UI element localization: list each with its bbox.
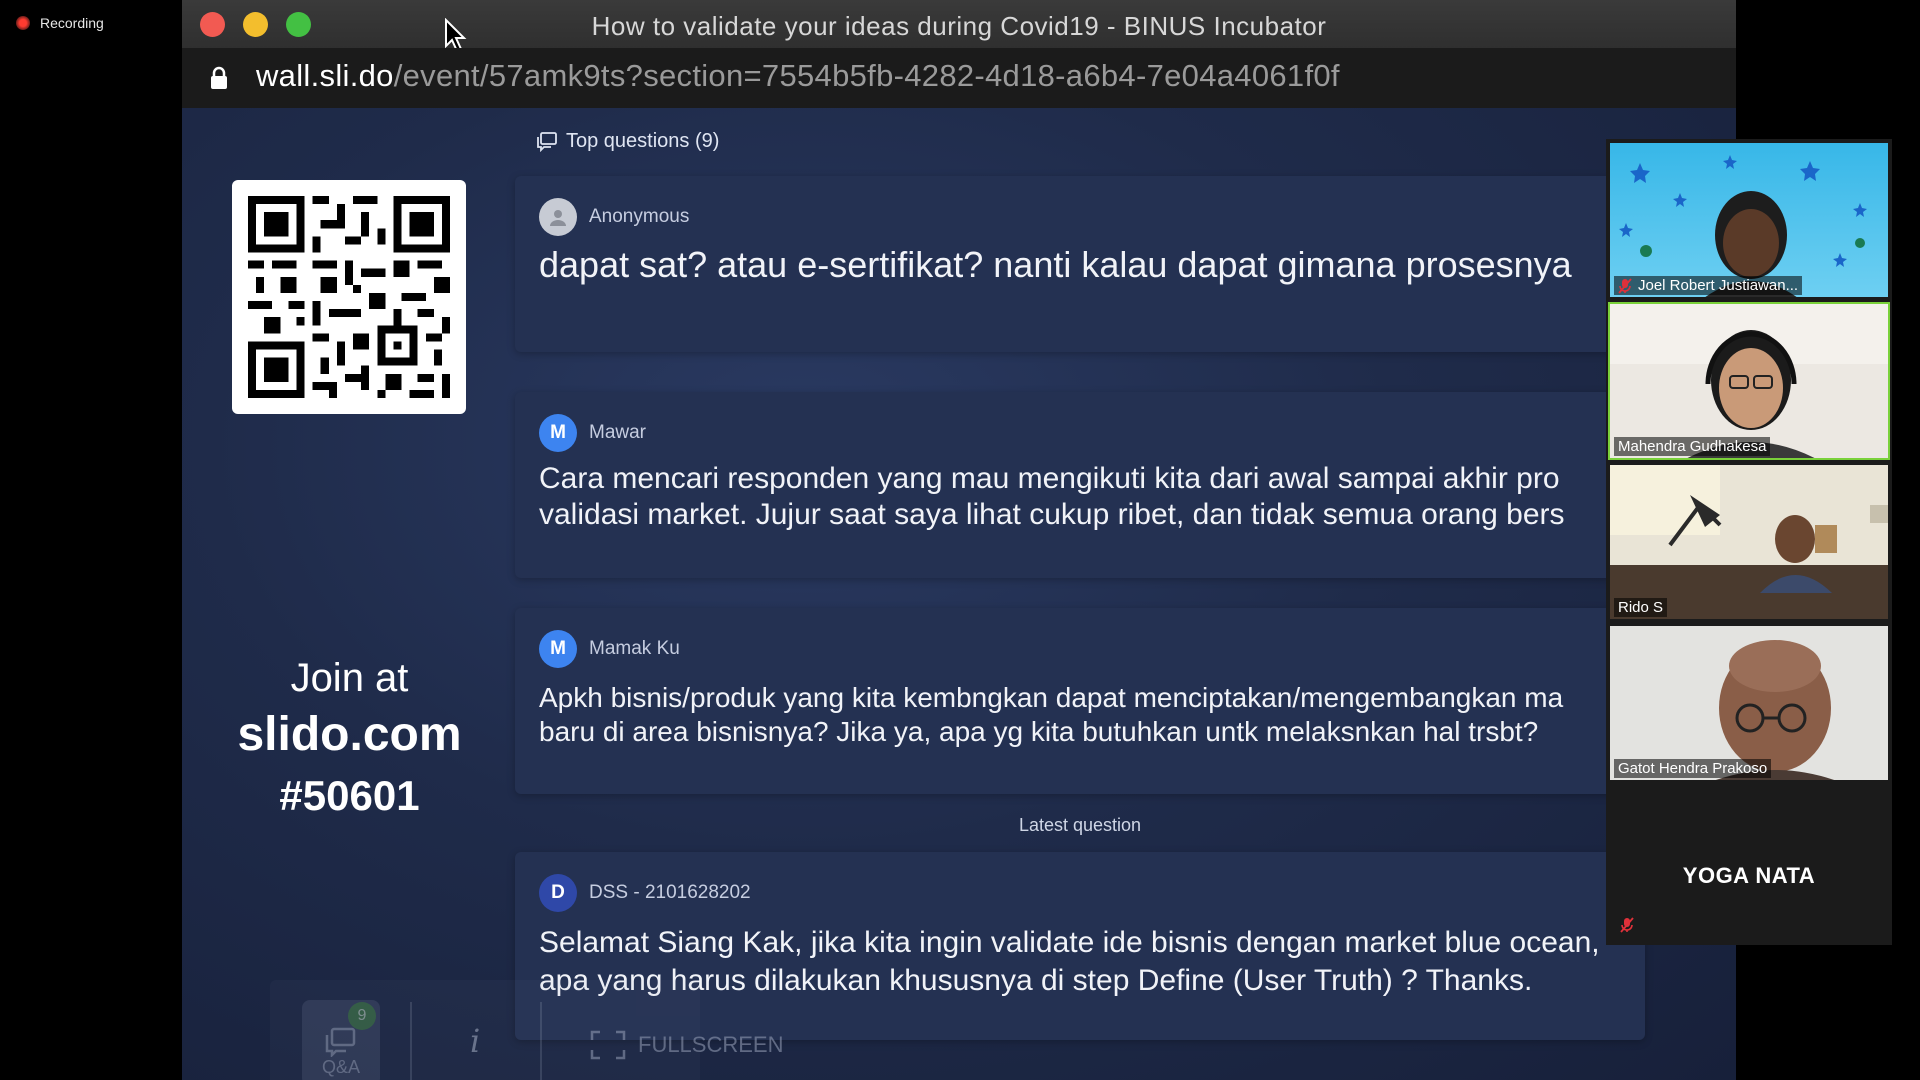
participant-name-label: Joel Robert Justiawan... <box>1638 277 1799 294</box>
fullscreen-label: FULLSCREEN <box>638 1032 784 1057</box>
question-author: M Mamak Ku <box>539 630 680 668</box>
qa-count-badge: 9 <box>348 1002 376 1030</box>
question-text: dapat sat? atau e-sertifikat? nanti kala… <box>539 244 1572 285</box>
participant-name-label: YOGA NATA <box>1682 863 1816 888</box>
participant-name: Gatot Hendra Prakoso <box>1614 759 1772 778</box>
questions-icon <box>537 131 557 152</box>
divider <box>540 1002 542 1080</box>
window-title: How to validate your ideas during Covid1… <box>591 11 1327 41</box>
qr-code-image <box>248 196 450 398</box>
participant-name: Joel Robert Justiawan... <box>1614 276 1803 295</box>
question-author: Anonymous <box>539 198 689 236</box>
chat-icon <box>325 1027 356 1057</box>
fullscreen-button[interactable]: FULLSCREEN <box>590 1030 783 1060</box>
question-card: Anonymous dapat sat? atau e-sertifikat? … <box>515 176 1645 352</box>
participant-tile[interactable]: Joel Robert Justiawan... <box>1608 141 1890 299</box>
url-path: /event/57amk9ts?section=7554b5fb-4282-4d… <box>393 58 1340 93</box>
question-card: M Mawar Cara mencari responden yang mau … <box>515 392 1645 578</box>
join-at-label: Join at <box>290 656 409 700</box>
qr-code <box>232 180 466 414</box>
fullscreen-icon <box>590 1030 626 1060</box>
question-text-line: Apkh bisnis/produk yang kita kembngkan d… <box>539 682 1564 713</box>
top-questions-title: Top questions (9) <box>566 130 720 152</box>
question-text-line: baru di area bisnisnya? Jika ya, apa yg … <box>539 716 1539 747</box>
participant-tile[interactable]: Gatot Hendra Prakoso <box>1608 624 1890 782</box>
address-bar[interactable]: wall.sli.do/event/57amk9ts?section=7554b… <box>182 48 1736 108</box>
event-code: #50601 <box>279 771 420 819</box>
top-questions-header: Top questions (9) <box>536 130 719 153</box>
info-icon[interactable]: i <box>470 1022 480 1060</box>
author-name: Anonymous <box>589 206 690 227</box>
qa-label: Q&A <box>321 1057 360 1077</box>
participant-tile[interactable]: Rido S <box>1608 463 1890 621</box>
participants-panel: Joel Robert Justiawan... Mahendra Gudhak… <box>1606 139 1892 945</box>
slido-overlay-toolbar: 9 Q&A i FULLSCREEN <box>270 980 783 1080</box>
qa-button[interactable]: 9 Q&A <box>302 1000 380 1080</box>
question-author: M Mawar <box>539 414 646 452</box>
join-info: Join at slido.com #50601 <box>212 653 487 824</box>
latest-question-label: Latest question <box>1018 815 1142 835</box>
url-text[interactable]: wall.sli.do/event/57amk9ts?section=7554b… <box>256 58 1340 94</box>
anonymous-avatar-icon <box>539 198 577 236</box>
participant-name-label: Gatot Hendra Prakoso <box>1618 760 1768 777</box>
author-avatar: M <box>539 414 577 452</box>
url-host: wall.sli.do <box>256 58 394 93</box>
author-name: Mawar <box>589 422 647 443</box>
participant-name-label: Rido S <box>1618 599 1664 616</box>
recording-indicator: Recording <box>16 15 104 31</box>
slido-wall: Join at slido.com #50601 Top questions (… <box>182 108 1736 1080</box>
muted-mic-icon <box>1620 917 1634 933</box>
record-icon <box>16 16 30 30</box>
question-text-line: validasi market. Jujur saat saya lihat c… <box>539 498 1565 531</box>
browser-window: How to validate your ideas during Covid1… <box>182 0 1736 1080</box>
participant-tile-active-speaker[interactable]: Mahendra Gudhakesa <box>1608 302 1890 460</box>
question-text-line: Cara mencari responden yang mau mengikut… <box>539 462 1560 495</box>
author-avatar: M <box>539 630 577 668</box>
participant-name: Rido S <box>1614 598 1668 617</box>
divider <box>410 1002 412 1080</box>
muted-mic-icon <box>1618 277 1632 294</box>
question-card: M Mamak Ku Apkh bisnis/produk yang kita … <box>515 608 1645 794</box>
participant-name: Mahendra Gudhakesa <box>1614 437 1771 456</box>
question-text-line: Selamat Siang Kak, jika kita ingin valid… <box>539 926 1600 959</box>
participant-name-label: Mahendra Gudhakesa <box>1618 438 1767 455</box>
lock-icon <box>211 66 227 89</box>
author-name: DSS - 2101628202 <box>589 882 751 903</box>
author-name: Mamak Ku <box>589 638 680 659</box>
question-author: D DSS - 2101628202 <box>539 874 751 912</box>
recording-label: Recording <box>40 15 104 31</box>
participant-tile-video-off[interactable]: YOGA NATA <box>1608 805 1890 943</box>
window-titlebar: How to validate your ideas during Covid1… <box>182 0 1736 53</box>
join-site: slido.com <box>237 708 462 761</box>
author-avatar: D <box>539 874 577 912</box>
